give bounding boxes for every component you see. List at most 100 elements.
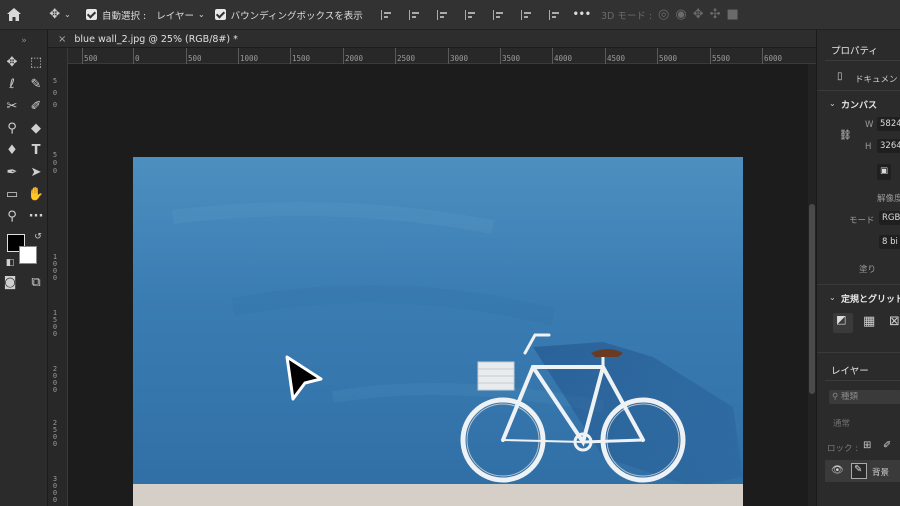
lock-label: ロック : [827,444,859,454]
tab-properties[interactable]: プロパティ [831,43,878,57]
bicycle-photo [133,202,743,506]
canvas-section-title[interactable]: カンバス [841,98,877,111]
hand-tool-icon[interactable]: ✋ [26,186,46,204]
document-image[interactable] [133,157,743,506]
lock-transparent-icon[interactable]: ⊞ [863,440,871,451]
pan-3d-icon[interactable]: ✥ [693,0,704,30]
canvas-vertical-scrollbar[interactable] [808,64,816,506]
orientation-button[interactable]: ▣ [877,164,891,180]
height-label: H [865,142,872,152]
default-colors-icon[interactable]: ◧ [0,254,20,272]
background-color-swatch[interactable] [19,246,37,264]
quick-selection-tool-icon[interactable]: ✎ [26,76,46,94]
eye-icon[interactable]: 👁 [831,465,844,476]
brush-tool-icon[interactable]: ✐ [26,98,46,116]
checkbox-checked-icon [86,9,97,20]
align-center-icon[interactable] [408,9,421,20]
align-right-icon[interactable] [436,9,449,20]
roll-3d-icon[interactable]: ◉ [675,0,686,30]
guides-section-title[interactable]: 定規とグリッド [841,292,900,305]
checkbox-checked-icon [214,9,226,20]
lasso-tool-icon[interactable]: ℓ [2,76,22,94]
auto-select-dropdown[interactable]: レイヤー ⌄ [152,8,208,22]
ruler-tick-label: 1 0 0 0 [52,253,58,282]
ruler-toggle-button[interactable]: ◩ [833,313,853,333]
ruler-tick-label: 2 5 0 0 [52,419,58,448]
mode-3d: 3D モード : ◎ ◉ ✥ ✣ ■ [601,0,739,30]
horizontal-ruler[interactable]: 500 0 500 1000 1500 2000 2500 3000 3500 … [68,48,816,64]
chevron-down-icon: ⌄ [64,9,71,19]
crop-tool-icon[interactable]: ✂ [2,98,22,116]
ruler-tick-label: 2 0 0 0 [52,365,58,394]
swap-colors-icon[interactable]: ↺ [28,228,48,246]
home-button[interactable] [0,0,28,30]
layer-name: 背景 [872,468,890,478]
zoom-tool-icon[interactable]: ⚲ [2,208,22,226]
vertical-ruler[interactable]: 5 0 0 5 0 0 1 0 0 0 1 5 0 0 2 0 0 0 2 5 … [48,48,68,506]
ruler-tick-label: 1500 [292,54,311,63]
clone-stamp-tool-icon[interactable]: ⚲ [2,120,22,138]
tab-layers[interactable]: レイヤー [831,363,869,377]
section-divider [817,352,900,353]
rectangle-tool-icon[interactable]: ▭ [2,186,22,204]
chevron-down-icon[interactable]: ⌄ [829,99,836,108]
move-tool-preset[interactable]: ✥ ⌄ [38,0,82,30]
move-tool-icon[interactable]: ✥ [2,54,22,72]
more-tools-icon[interactable]: ··· [26,208,46,226]
document-title: blue wall_2.jpg @ 25% (RGB/8#) * [74,33,238,45]
auto-select-checkbox[interactable]: 自動選択 : [86,0,146,30]
layer-thumbnail: ✎ [851,463,867,479]
ruler-tick-label: 3 0 0 0 [52,475,58,504]
quick-mask-icon[interactable]: ◙ [0,274,20,292]
mode-dropdown[interactable]: RGB [879,211,900,225]
search-icon: ⚲ [832,392,839,402]
guides-icon[interactable]: ⊠ [889,314,900,329]
type-tool-icon[interactable]: T [26,142,46,160]
camera-3d-icon[interactable]: ■ [727,0,739,30]
screen-mode-icon[interactable]: ⧉ [26,274,46,292]
scrollbar-thumb[interactable] [809,204,815,394]
section-divider [817,284,900,285]
lock-brush-icon[interactable]: ✐ [883,440,891,451]
toolbar-grip-icon[interactable]: » [0,32,48,50]
orbit-3d-icon[interactable]: ◎ [658,0,669,30]
layer-filter-field[interactable]: ⚲ 種類 [829,390,900,404]
properties-panel: プロパティ ▯ ドキュメント ⌄ カンバス W 5824 ⛓ H 3264 ▣ … [816,30,900,506]
grid-icon[interactable]: ▦ [863,314,875,329]
ruler-tick-label: 5500 [712,54,731,63]
distribute-icon[interactable] [548,9,561,20]
bit-depth-dropdown[interactable]: 8 bi [879,235,900,249]
ruler-tick-label: 0 [52,101,58,109]
paint-bucket-tool-icon[interactable]: ♦ [2,142,22,160]
align-buttons [373,0,569,30]
chevron-down-icon[interactable]: ⌄ [829,293,836,302]
marquee-tool-icon[interactable]: ⬚ [26,54,46,72]
slide-3d-icon[interactable]: ✣ [710,0,721,30]
home-icon [7,8,21,21]
eraser-tool-icon[interactable]: ◆ [26,120,46,138]
ruler-tick-label: 5000 [659,54,678,63]
height-field[interactable]: 3264 [877,139,900,153]
auto-select-label: 自動選択 : [102,10,147,22]
move-icon: ✥ [49,6,61,22]
width-field[interactable]: 5824 [877,117,900,131]
more-options-button[interactable]: ••• [573,0,591,30]
path-selection-tool-icon[interactable]: ➤ [26,164,46,182]
ruler-tick-label: 0 [52,89,58,97]
align-top-icon[interactable] [464,9,477,20]
blend-mode-dropdown[interactable]: 通常 [833,417,850,429]
align-bottom-icon[interactable] [520,9,533,20]
panel-divider [825,380,900,381]
bounding-box-checkbox[interactable]: バウンディングボックスを表示 [214,0,363,30]
link-icon[interactable]: ⛓ [839,130,852,141]
more-label: ••• [572,9,591,20]
pen-tool-icon[interactable]: ✒ [2,164,22,182]
mode-label: モード [849,216,875,226]
close-icon[interactable]: × [58,34,66,45]
ruler-tick-label: 1 5 0 0 [52,309,58,338]
align-middle-icon[interactable] [492,9,505,20]
layer-row[interactable]: 👁 ✎ 背景 [825,460,900,482]
ruler-tick-label: 0 [135,54,140,63]
document-tab[interactable]: × blue wall_2.jpg @ 25% (RGB/8#) * [58,30,238,48]
align-left-icon[interactable] [380,9,393,20]
